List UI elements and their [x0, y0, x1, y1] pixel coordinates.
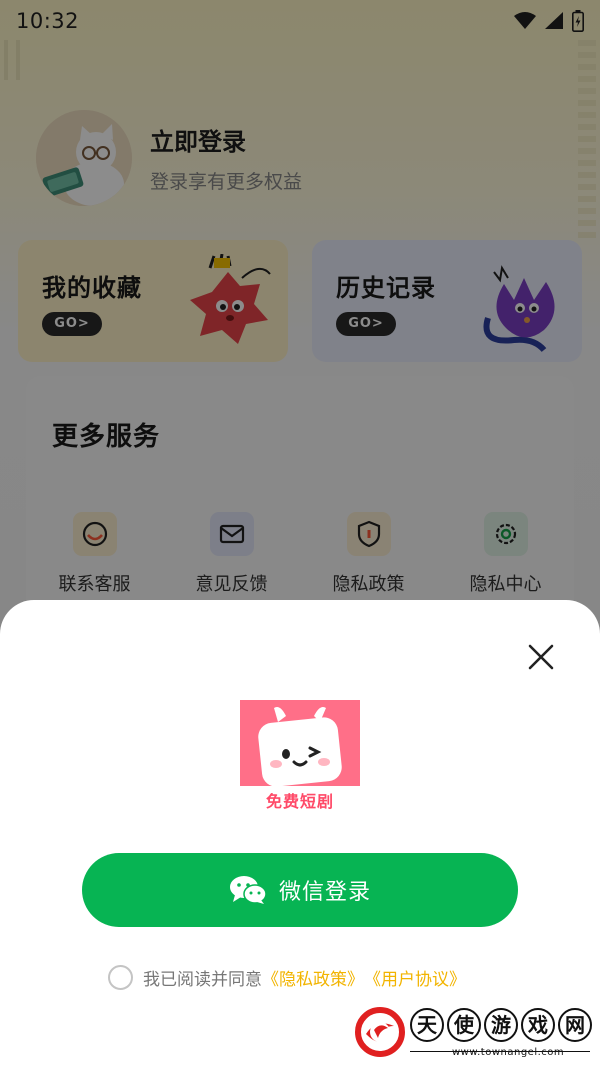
close-icon[interactable] [528, 644, 554, 670]
agreement-text: 我已阅读并同意 [143, 970, 262, 990]
agreement-row: 我已阅读并同意 《隐私政策》 《用户协议》 [108, 965, 466, 990]
watermark-url: www.townangel.com [452, 1047, 565, 1058]
close-button[interactable] [524, 640, 558, 674]
watermark-char: 使 [447, 1008, 481, 1042]
tv-mascot-icon [258, 707, 342, 787]
site-watermark: 天 使 游 戏 网 www.townangel.com [352, 1004, 592, 1060]
privacy-policy-link[interactable]: 《隐私政策》 [262, 965, 364, 990]
user-agreement-link[interactable]: 《用户协议》 [364, 965, 466, 990]
watermark-char: 游 [484, 1008, 518, 1042]
login-bottom-sheet: 免费短剧 微信登录 我已阅读并同意 《隐私政策》 《用户协议》 [0, 600, 600, 1066]
wechat-login-label[interactable]: 微信登录 [279, 874, 371, 906]
logo-caption: 免费短剧 [240, 786, 360, 820]
app-logo: 免费短剧 [240, 700, 360, 820]
watermark-swirl-logo [355, 1007, 405, 1057]
watermark-text: 天 使 游 戏 网 [410, 1008, 592, 1042]
watermark-char: 网 [558, 1008, 592, 1042]
wechat-login-button[interactable]: 微信登录 [82, 853, 518, 927]
wechat-icon [229, 876, 267, 904]
agreement-checkbox[interactable] [108, 965, 133, 990]
watermark-char: 天 [410, 1008, 444, 1042]
watermark-char: 戏 [521, 1008, 555, 1042]
